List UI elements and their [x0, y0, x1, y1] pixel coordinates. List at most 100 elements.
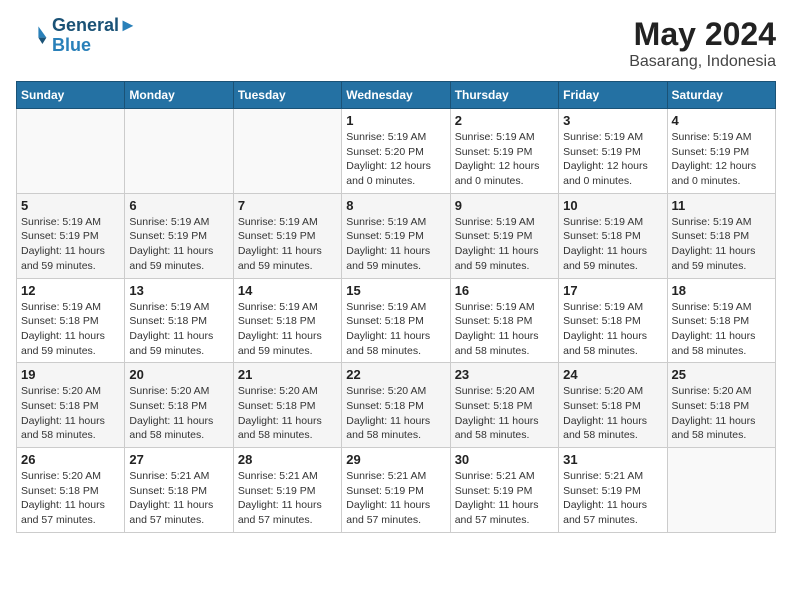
calendar-cell [233, 109, 341, 194]
day-info: Sunrise: 5:20 AMSunset: 5:18 PMDaylight:… [129, 384, 228, 443]
day-number: 22 [346, 367, 445, 382]
calendar-body: 1 Sunrise: 5:19 AMSunset: 5:20 PMDayligh… [17, 109, 776, 533]
calendar-cell: 26 Sunrise: 5:20 AMSunset: 5:18 PMDaylig… [17, 448, 125, 533]
calendar-cell: 19 Sunrise: 5:20 AMSunset: 5:18 PMDaylig… [17, 363, 125, 448]
day-info: Sunrise: 5:19 AMSunset: 5:19 PMDaylight:… [672, 130, 771, 189]
day-number: 25 [672, 367, 771, 382]
calendar-cell: 23 Sunrise: 5:20 AMSunset: 5:18 PMDaylig… [450, 363, 558, 448]
calendar-cell: 20 Sunrise: 5:20 AMSunset: 5:18 PMDaylig… [125, 363, 233, 448]
calendar-cell [125, 109, 233, 194]
day-info: Sunrise: 5:21 AMSunset: 5:19 PMDaylight:… [563, 469, 662, 528]
day-info: Sunrise: 5:20 AMSunset: 5:18 PMDaylight:… [238, 384, 337, 443]
day-number: 7 [238, 198, 337, 213]
day-info: Sunrise: 5:20 AMSunset: 5:18 PMDaylight:… [21, 469, 120, 528]
calendar-cell: 8 Sunrise: 5:19 AMSunset: 5:19 PMDayligh… [342, 193, 450, 278]
calendar-header-tuesday: Tuesday [233, 82, 341, 109]
day-info: Sunrise: 5:21 AMSunset: 5:18 PMDaylight:… [129, 469, 228, 528]
day-number: 10 [563, 198, 662, 213]
day-number: 12 [21, 283, 120, 298]
calendar-cell: 16 Sunrise: 5:19 AMSunset: 5:18 PMDaylig… [450, 278, 558, 363]
calendar-week-3: 12 Sunrise: 5:19 AMSunset: 5:18 PMDaylig… [17, 278, 776, 363]
page-header: General► Blue May 2024 Basarang, Indones… [16, 16, 776, 71]
calendar-week-5: 26 Sunrise: 5:20 AMSunset: 5:18 PMDaylig… [17, 448, 776, 533]
calendar-cell: 6 Sunrise: 5:19 AMSunset: 5:19 PMDayligh… [125, 193, 233, 278]
calendar-cell: 3 Sunrise: 5:19 AMSunset: 5:19 PMDayligh… [559, 109, 667, 194]
day-number: 30 [455, 452, 554, 467]
day-number: 18 [672, 283, 771, 298]
calendar-header-wednesday: Wednesday [342, 82, 450, 109]
calendar-cell: 14 Sunrise: 5:19 AMSunset: 5:18 PMDaylig… [233, 278, 341, 363]
calendar-cell: 21 Sunrise: 5:20 AMSunset: 5:18 PMDaylig… [233, 363, 341, 448]
day-number: 16 [455, 283, 554, 298]
day-number: 14 [238, 283, 337, 298]
calendar-cell: 24 Sunrise: 5:20 AMSunset: 5:18 PMDaylig… [559, 363, 667, 448]
day-info: Sunrise: 5:19 AMSunset: 5:18 PMDaylight:… [455, 300, 554, 359]
logo: General► Blue [16, 16, 137, 56]
calendar-cell: 1 Sunrise: 5:19 AMSunset: 5:20 PMDayligh… [342, 109, 450, 194]
day-number: 6 [129, 198, 228, 213]
day-info: Sunrise: 5:20 AMSunset: 5:18 PMDaylight:… [21, 384, 120, 443]
day-number: 23 [455, 367, 554, 382]
calendar-header-row: SundayMondayTuesdayWednesdayThursdayFrid… [17, 82, 776, 109]
day-number: 9 [455, 198, 554, 213]
day-info: Sunrise: 5:19 AMSunset: 5:19 PMDaylight:… [455, 215, 554, 274]
day-info: Sunrise: 5:19 AMSunset: 5:18 PMDaylight:… [563, 300, 662, 359]
day-number: 3 [563, 113, 662, 128]
calendar-header-monday: Monday [125, 82, 233, 109]
day-info: Sunrise: 5:19 AMSunset: 5:18 PMDaylight:… [346, 300, 445, 359]
calendar-header-sunday: Sunday [17, 82, 125, 109]
logo-icon [16, 20, 48, 52]
day-number: 19 [21, 367, 120, 382]
calendar-cell: 4 Sunrise: 5:19 AMSunset: 5:19 PMDayligh… [667, 109, 775, 194]
day-number: 13 [129, 283, 228, 298]
calendar-week-4: 19 Sunrise: 5:20 AMSunset: 5:18 PMDaylig… [17, 363, 776, 448]
day-number: 1 [346, 113, 445, 128]
calendar-cell: 10 Sunrise: 5:19 AMSunset: 5:18 PMDaylig… [559, 193, 667, 278]
day-info: Sunrise: 5:19 AMSunset: 5:18 PMDaylight:… [238, 300, 337, 359]
day-number: 26 [21, 452, 120, 467]
day-info: Sunrise: 5:19 AMSunset: 5:19 PMDaylight:… [346, 215, 445, 274]
day-number: 29 [346, 452, 445, 467]
day-number: 8 [346, 198, 445, 213]
day-info: Sunrise: 5:19 AMSunset: 5:19 PMDaylight:… [563, 130, 662, 189]
day-number: 17 [563, 283, 662, 298]
calendar-cell: 28 Sunrise: 5:21 AMSunset: 5:19 PMDaylig… [233, 448, 341, 533]
location: Basarang, Indonesia [629, 53, 776, 71]
day-number: 2 [455, 113, 554, 128]
day-number: 11 [672, 198, 771, 213]
calendar-cell: 9 Sunrise: 5:19 AMSunset: 5:19 PMDayligh… [450, 193, 558, 278]
day-number: 4 [672, 113, 771, 128]
calendar-cell: 18 Sunrise: 5:19 AMSunset: 5:18 PMDaylig… [667, 278, 775, 363]
calendar-week-2: 5 Sunrise: 5:19 AMSunset: 5:19 PMDayligh… [17, 193, 776, 278]
day-info: Sunrise: 5:19 AMSunset: 5:18 PMDaylight:… [21, 300, 120, 359]
calendar-cell: 17 Sunrise: 5:19 AMSunset: 5:18 PMDaylig… [559, 278, 667, 363]
calendar-cell [17, 109, 125, 194]
day-number: 21 [238, 367, 337, 382]
day-info: Sunrise: 5:19 AMSunset: 5:18 PMDaylight:… [563, 215, 662, 274]
calendar-cell: 25 Sunrise: 5:20 AMSunset: 5:18 PMDaylig… [667, 363, 775, 448]
day-number: 15 [346, 283, 445, 298]
day-info: Sunrise: 5:19 AMSunset: 5:19 PMDaylight:… [455, 130, 554, 189]
day-info: Sunrise: 5:19 AMSunset: 5:18 PMDaylight:… [672, 215, 771, 274]
calendar-table: SundayMondayTuesdayWednesdayThursdayFrid… [16, 81, 776, 533]
calendar-header-friday: Friday [559, 82, 667, 109]
day-number: 5 [21, 198, 120, 213]
calendar-cell: 12 Sunrise: 5:19 AMSunset: 5:18 PMDaylig… [17, 278, 125, 363]
calendar-cell: 31 Sunrise: 5:21 AMSunset: 5:19 PMDaylig… [559, 448, 667, 533]
day-info: Sunrise: 5:21 AMSunset: 5:19 PMDaylight:… [238, 469, 337, 528]
day-info: Sunrise: 5:19 AMSunset: 5:20 PMDaylight:… [346, 130, 445, 189]
calendar-cell: 13 Sunrise: 5:19 AMSunset: 5:18 PMDaylig… [125, 278, 233, 363]
day-info: Sunrise: 5:20 AMSunset: 5:18 PMDaylight:… [346, 384, 445, 443]
calendar-cell: 11 Sunrise: 5:19 AMSunset: 5:18 PMDaylig… [667, 193, 775, 278]
day-number: 20 [129, 367, 228, 382]
day-info: Sunrise: 5:20 AMSunset: 5:18 PMDaylight:… [455, 384, 554, 443]
day-info: Sunrise: 5:19 AMSunset: 5:19 PMDaylight:… [238, 215, 337, 274]
day-info: Sunrise: 5:19 AMSunset: 5:19 PMDaylight:… [129, 215, 228, 274]
calendar-cell: 7 Sunrise: 5:19 AMSunset: 5:19 PMDayligh… [233, 193, 341, 278]
day-info: Sunrise: 5:20 AMSunset: 5:18 PMDaylight:… [672, 384, 771, 443]
day-info: Sunrise: 5:21 AMSunset: 5:19 PMDaylight:… [455, 469, 554, 528]
day-number: 31 [563, 452, 662, 467]
day-number: 24 [563, 367, 662, 382]
day-number: 28 [238, 452, 337, 467]
day-number: 27 [129, 452, 228, 467]
